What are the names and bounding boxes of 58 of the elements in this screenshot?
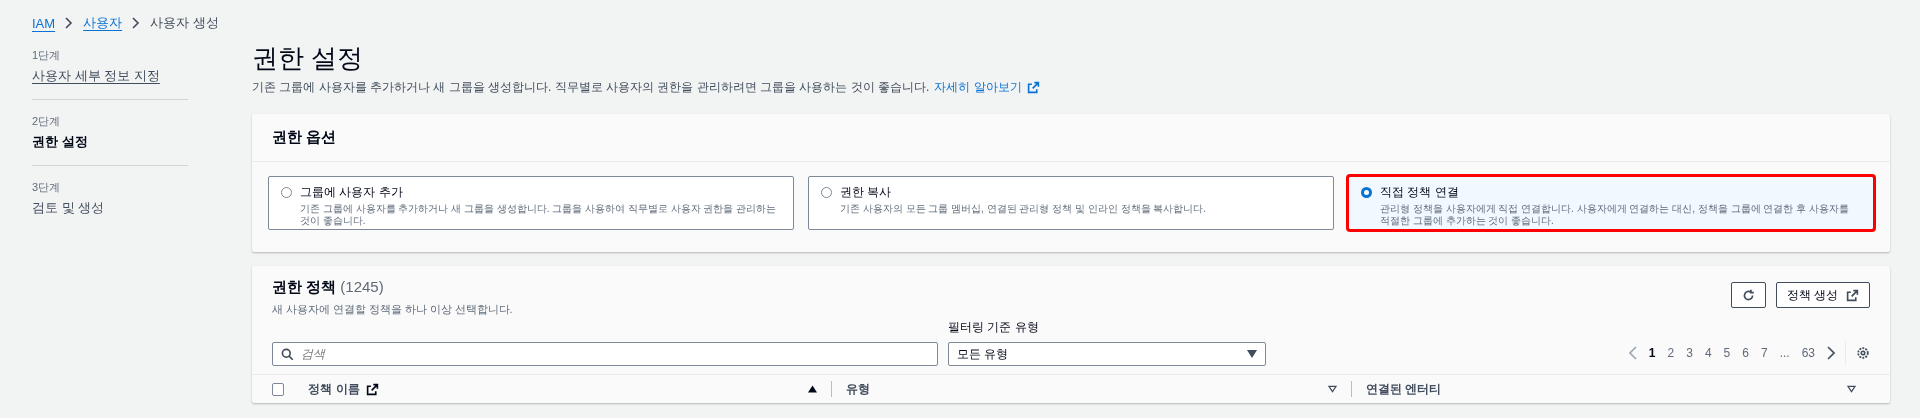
page-link[interactable]: 2 xyxy=(1661,346,1681,360)
chevron-right-icon[interactable] xyxy=(1827,346,1835,360)
step-label: 검토 및 생성 xyxy=(32,200,105,215)
option-card[interactable]: 권한 복사 기존 사용자의 모든 그룹 멤버십, 연결된 관리형 정책 및 인라인 정책을 복사합니다. xyxy=(808,176,1334,230)
option-description: 관리형 정책을 사용자에게 직접 연결합니다. 사용자에게 연결하는 대신, 정책을 그룹에 연결한 후 사용자를 적절한 그룹에 추가하는 것이 좋습니다. xyxy=(1380,203,1850,227)
breadcrumb-current: 사용자 생성 xyxy=(150,14,219,32)
option-card[interactable]: 그룹에 사용자 추가 기존 그룹에 사용자를 추가하거나 새 그룹을 생성합니다. 그룹을 사용하여 직무별로 사용자 권한을 관리하는 것이 좋습니다. xyxy=(268,176,794,230)
step-link[interactable]: 사용자 세부 정보 지정 xyxy=(32,68,160,83)
option-description: 기존 사용자의 모든 그룹 멤버십, 연결된 관리형 정책 및 인라인 정책을 복사합니다. xyxy=(840,203,1207,215)
sort-ascending-icon[interactable] xyxy=(808,385,818,393)
external-link-icon xyxy=(1846,288,1859,302)
column-header[interactable]: 연결된 엔터티 xyxy=(1365,380,1442,398)
column-header[interactable]: 정책 이름 xyxy=(308,380,360,398)
page-title: 권한 설정 xyxy=(252,42,365,74)
option-label: 권한 복사 xyxy=(840,184,893,201)
page-link[interactable]: 7 xyxy=(1754,346,1774,360)
option-description: 기존 그룹에 사용자를 추가하거나 새 그룹을 생성합니다. 그룹을 사용하여 직무별로 사용자 권한을 관리하는 것이 좋습니다. xyxy=(300,203,778,227)
panel-title: 권한 옵션 xyxy=(272,128,337,147)
search-icon xyxy=(281,348,294,361)
refresh-button[interactable] xyxy=(1730,282,1766,308)
sort-icon[interactable] xyxy=(1327,385,1337,393)
page-link[interactable]: 3 xyxy=(1680,346,1699,360)
settings-icon[interactable] xyxy=(1856,346,1870,360)
page-link[interactable]: 1 xyxy=(1642,346,1662,360)
option-label: 직접 정책 연결 xyxy=(1380,184,1460,201)
radio-button[interactable] xyxy=(281,187,292,198)
radio-button[interactable] xyxy=(821,187,832,198)
page-link[interactable]: 63 xyxy=(1795,346,1821,360)
sort-icon[interactable] xyxy=(1847,385,1856,393)
page-link[interactable]: 4 xyxy=(1698,346,1718,360)
create-policy-button[interactable]: 정책 생성 xyxy=(1775,282,1870,308)
chevron-right-icon xyxy=(65,17,74,29)
chevron-right-icon xyxy=(132,17,141,29)
caret-icon xyxy=(1247,350,1257,358)
filter-label: 필터링 기준 유형 xyxy=(948,319,1040,336)
panel-title: 권한 정책 (1245) xyxy=(272,278,384,295)
panel-description: 새 사용자에 연결할 정책을 하나 이상 선택합니다. xyxy=(272,303,513,317)
column-header[interactable]: 유형 xyxy=(846,380,871,398)
refresh-icon xyxy=(1741,288,1755,302)
step-label: 권한 설정 xyxy=(32,134,88,149)
external-link-icon xyxy=(365,382,379,396)
page-link[interactable]: 5 xyxy=(1717,346,1737,360)
search-field[interactable]: 검색 xyxy=(272,342,938,366)
radio-button[interactable] xyxy=(1361,187,1372,198)
page-link[interactable]: 6 xyxy=(1736,346,1755,360)
breadcrumb-link[interactable]: 사용자 xyxy=(83,14,123,32)
learn-more-link[interactable]: 자세히 알아보기 xyxy=(934,79,1022,96)
step-number: 1단계 xyxy=(32,48,62,63)
select-all-checkbox[interactable] xyxy=(272,382,285,396)
page-description: 기존 그룹에 사용자를 추가하거나 새 그룹을 생성합니다. 직무별로 사용자의 권한을 관리하려면 그룹을 사용하는 것이 좋습니다. xyxy=(252,79,930,96)
breadcrumb-link[interactable]: IAM xyxy=(32,15,56,31)
external-link-icon xyxy=(1026,81,1040,94)
step-number: 3단계 xyxy=(32,180,62,195)
option-label: 그룹에 사용자 추가 xyxy=(300,184,404,201)
step-number: 2단계 xyxy=(32,114,62,129)
type-dropdown[interactable]: 모든 유형 xyxy=(948,342,1266,366)
option-card[interactable]: 직접 정책 연결 관리형 정책을 사용자에게 직접 연결합니다. 사용자에게 연결하는 대신, 정책을 그룹에 연결한 후 사용자를 적절한 그룹에 추가하는 것이 좋습니다. xyxy=(1348,176,1874,230)
page-link[interactable]: ... xyxy=(1773,346,1796,360)
